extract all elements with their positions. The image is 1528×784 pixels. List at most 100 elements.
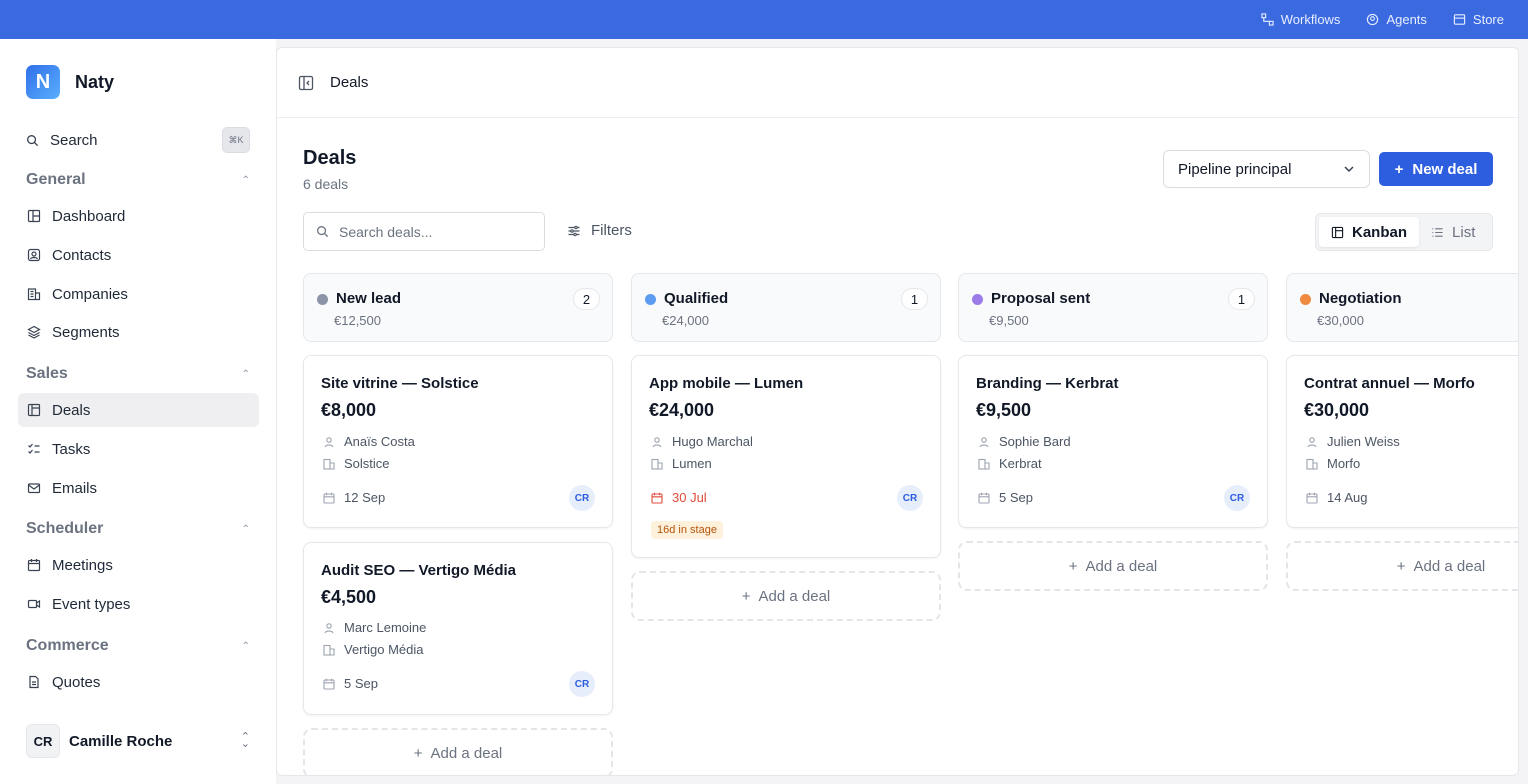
list-view-button[interactable]: List xyxy=(1419,217,1487,247)
new-deal-button[interactable]: + New deal xyxy=(1379,152,1493,186)
sidebar-item-tasks[interactable]: Tasks xyxy=(18,432,259,466)
sidebar-item-deals[interactable]: Deals xyxy=(18,393,259,427)
person-icon xyxy=(324,622,334,633)
deal-company: Kerbrat xyxy=(978,456,1042,471)
sidebar-search-label: Search xyxy=(50,131,98,149)
sidebar-item-contacts[interactable]: Contacts xyxy=(18,238,259,272)
section-general-label: General xyxy=(26,171,86,188)
search-deals-placeholder: Search deals... xyxy=(339,223,433,240)
sidebar-item-label: Tasks xyxy=(52,440,91,458)
column-title: Proposal sent xyxy=(991,290,1091,307)
brand[interactable]: N Naty xyxy=(26,65,114,99)
sidebar-item-meetings[interactable]: Meetings xyxy=(18,548,259,582)
column-header: Proposal sent €9,500 1 xyxy=(958,273,1268,342)
sidebar-item-emails[interactable]: Emails xyxy=(18,471,259,505)
close-date: 5 Sep xyxy=(999,490,1033,505)
calendar-icon xyxy=(323,678,335,690)
kanban-column-qualified: Qualified €24,000 1 App mobile — Lumen €… xyxy=(631,273,941,621)
document-icon xyxy=(29,675,39,689)
section-sales-label: Sales xyxy=(26,365,68,382)
deal-title: Audit SEO — Vertigo Média xyxy=(321,562,517,579)
pipeline-select[interactable]: Pipeline principal xyxy=(1163,150,1370,188)
person-icon xyxy=(324,436,334,447)
add-deal-button[interactable]: + Add a deal xyxy=(303,728,613,775)
search-deals-input[interactable]: Search deals... xyxy=(303,212,545,251)
sidebar-item-companies[interactable]: Companies xyxy=(18,277,259,311)
store-label: Store xyxy=(1472,12,1504,27)
deal-card[interactable]: Audit SEO — Vertigo Média €4,500 Marc Le… xyxy=(303,542,613,715)
app-logo: N xyxy=(26,65,60,99)
stage-dot xyxy=(645,294,656,305)
contacts-icon xyxy=(27,248,41,262)
column-title: Qualified xyxy=(664,290,729,307)
column-header: New lead €12,500 2 xyxy=(303,273,613,342)
company-name: Kerbrat xyxy=(999,456,1042,471)
plus-icon: + xyxy=(1394,160,1404,178)
kanban-column-negotiation: Negotiation €30,000 Contrat annuel — Mor… xyxy=(1286,273,1518,591)
column-title: New lead xyxy=(336,290,402,307)
sidebar-search[interactable]: Search ⌘K xyxy=(26,127,250,153)
column-header: Negotiation €30,000 xyxy=(1286,273,1518,342)
column-total: €12,500 xyxy=(334,313,381,328)
kanban-view-button[interactable]: Kanban xyxy=(1319,217,1420,247)
calendar-icon xyxy=(1306,492,1318,504)
list-label: List xyxy=(1452,223,1476,241)
column-title: Negotiation xyxy=(1319,290,1402,307)
search-icon xyxy=(27,134,39,146)
kanban-column-proposal-sent: Proposal sent €9,500 1 Branding — Kerbra… xyxy=(958,273,1268,591)
company-name: Morfo xyxy=(1327,456,1361,471)
user-menu[interactable]: CR Camille Roche ⌃ ⌄ xyxy=(26,724,250,758)
column-total: €30,000 xyxy=(1317,313,1364,328)
chevron-up-icon: ⌃ xyxy=(241,174,250,186)
deal-company: Solstice xyxy=(323,456,390,471)
sidebar-item-dashboard[interactable]: Dashboard xyxy=(18,199,259,233)
workflows-link[interactable]: Workflows xyxy=(1261,12,1341,27)
building-icon xyxy=(651,458,663,470)
add-deal-label: Add a deal xyxy=(1085,557,1158,575)
deal-company: Morfo xyxy=(1306,456,1360,471)
chevron-up-icon: ⌃ xyxy=(241,523,250,535)
section-sales[interactable]: Sales ⌃ xyxy=(26,365,250,383)
list-icon xyxy=(1432,227,1443,237)
stage-dot xyxy=(972,294,983,305)
company-name: Lumen xyxy=(672,456,712,471)
deal-title: Contrat annuel — Morfo xyxy=(1304,375,1475,392)
filters-button[interactable]: Filters xyxy=(567,222,632,239)
agents-link[interactable]: Agents xyxy=(1366,12,1427,27)
deal-card[interactable]: Contrat annuel — Morfo €30,000 Julien We… xyxy=(1286,355,1518,528)
deal-card[interactable]: App mobile — Lumen €24,000 Hugo Marchal … xyxy=(631,355,941,558)
section-commerce[interactable]: Commerce ⌃ xyxy=(26,637,250,655)
deal-card[interactable]: Branding — Kerbrat €9,500 Sophie Bard Ke… xyxy=(958,355,1268,528)
store-link[interactable]: Store xyxy=(1453,12,1504,27)
building-icon xyxy=(1306,458,1318,470)
add-deal-button[interactable]: + Add a deal xyxy=(1286,541,1518,591)
filters-label: Filters xyxy=(591,222,632,239)
column-count-badge: 1 xyxy=(1228,288,1255,310)
sidebar-item-label: Companies xyxy=(52,285,128,303)
view-toggle: Kanban List xyxy=(1315,213,1493,251)
sidebar-item-quotes[interactable]: Quotes xyxy=(18,665,259,699)
workflows-label: Workflows xyxy=(1280,12,1341,27)
deal-card[interactable]: Site vitrine — Solstice €8,000 Anaïs Cos… xyxy=(303,355,613,528)
add-deal-button[interactable]: + Add a deal xyxy=(958,541,1268,591)
owner-avatar: CR xyxy=(897,485,923,511)
building-icon xyxy=(27,288,41,301)
section-scheduler[interactable]: Scheduler ⌃ xyxy=(26,520,250,538)
deal-amount: €8,000 xyxy=(321,400,377,420)
sidebar-toggle-icon[interactable] xyxy=(298,75,314,91)
logo-letter: N xyxy=(35,70,51,93)
deal-title: App mobile — Lumen xyxy=(649,375,804,392)
calendar-icon xyxy=(651,492,663,504)
contact-name: Marc Lemoine xyxy=(344,620,427,635)
kanban-column-new-lead: New lead €12,500 2 Site vitrine — Solsti… xyxy=(303,273,613,775)
close-date: 12 Sep xyxy=(344,490,386,505)
add-deal-button[interactable]: + Add a deal xyxy=(631,571,941,621)
section-general[interactable]: General ⌃ xyxy=(26,171,250,189)
sliders-icon xyxy=(568,225,580,236)
sidebar-item-label: Quotes xyxy=(52,673,101,691)
column-total: €24,000 xyxy=(662,313,709,328)
contact-name: Hugo Marchal xyxy=(672,434,753,449)
sidebar-item-segments[interactable]: Segments xyxy=(18,315,259,349)
sidebar-item-label: Dashboard xyxy=(52,207,126,225)
sidebar-item-event-types[interactable]: Event types xyxy=(18,587,259,621)
